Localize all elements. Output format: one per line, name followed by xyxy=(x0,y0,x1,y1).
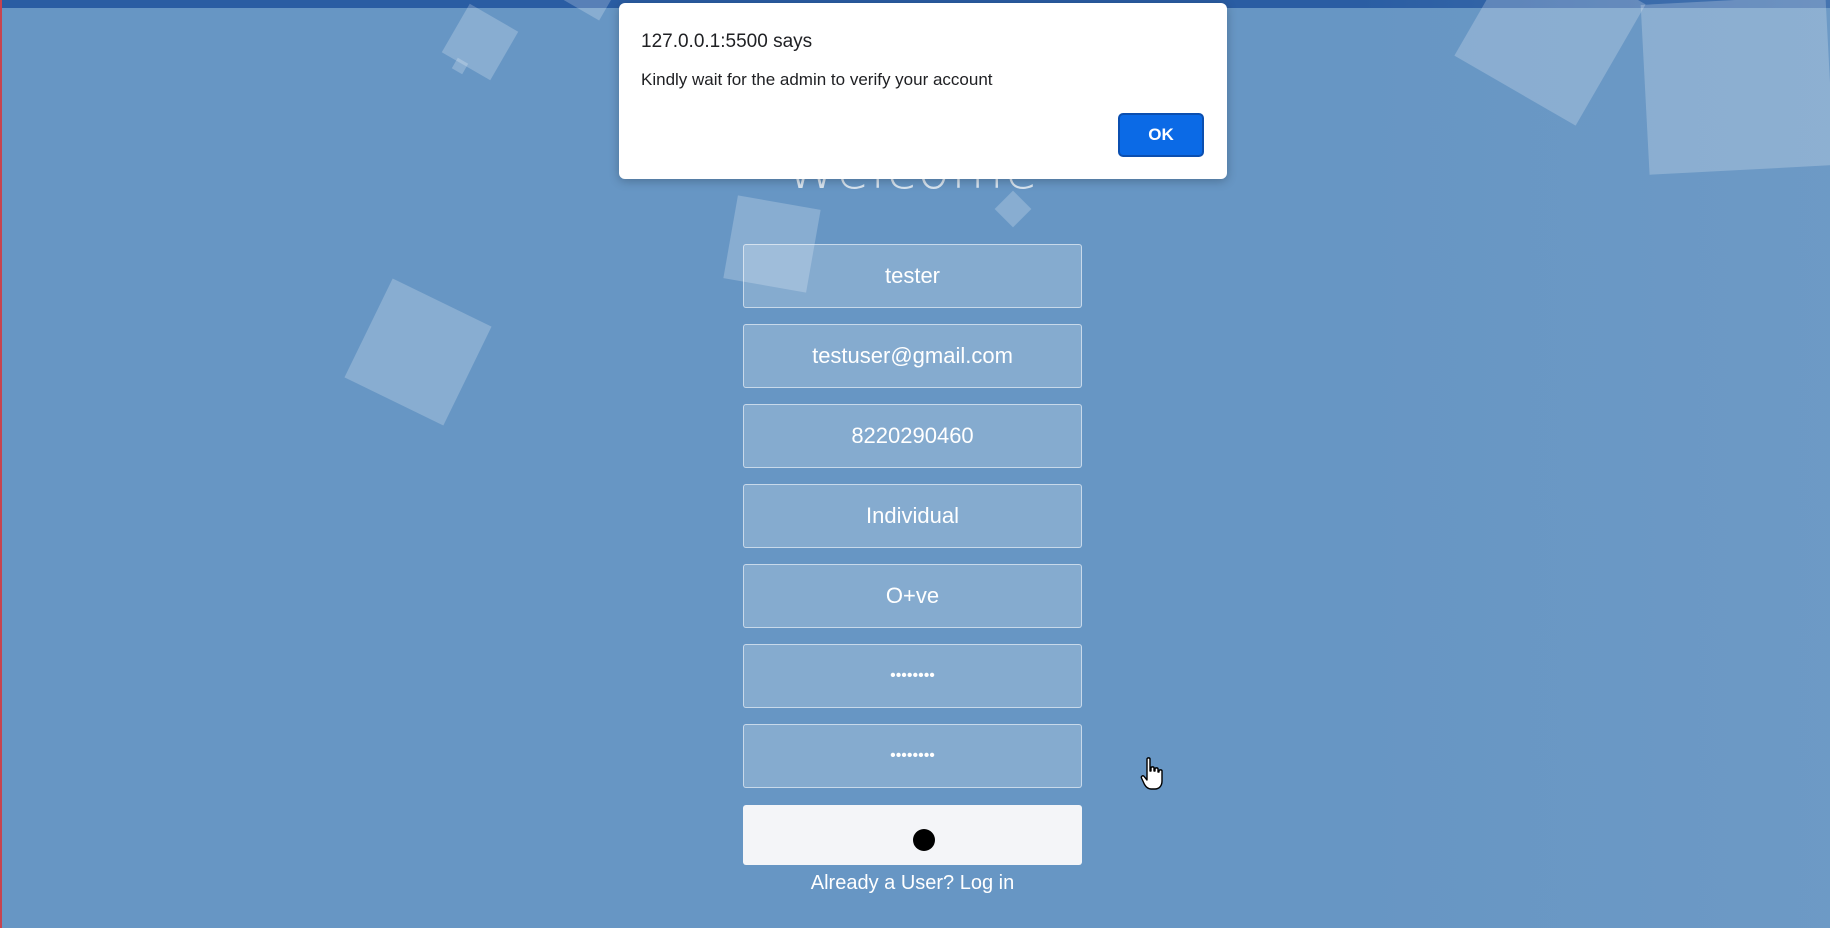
email-field[interactable]: testuser@gmail.com xyxy=(743,324,1082,388)
confirm-password-field[interactable]: •••••••• xyxy=(743,724,1082,788)
left-edge-line xyxy=(0,0,2,928)
submit-button[interactable] xyxy=(743,805,1082,865)
loading-dot-icon xyxy=(913,829,935,851)
username-field[interactable]: tester xyxy=(743,244,1082,308)
alert-message: Kindly wait for the admin to verify your… xyxy=(641,70,993,89)
alert-title: 127.0.0.1:5500 says xyxy=(641,31,813,52)
phone-field[interactable]: 8220290460 xyxy=(743,404,1082,468)
blood-group-field[interactable]: O+ve xyxy=(743,564,1082,628)
decor-square xyxy=(344,278,492,426)
hand-cursor-icon xyxy=(1140,757,1163,790)
alert-dialog: 127.0.0.1:5500 says Kindly wait for the … xyxy=(619,3,1227,179)
password-field[interactable]: •••••••• xyxy=(743,644,1082,708)
login-link[interactable]: Already a User? Log in xyxy=(743,872,1082,895)
ok-button[interactable]: OK xyxy=(1118,113,1204,157)
decor-square xyxy=(1640,0,1830,175)
user-type-field[interactable]: Individual xyxy=(743,484,1082,548)
